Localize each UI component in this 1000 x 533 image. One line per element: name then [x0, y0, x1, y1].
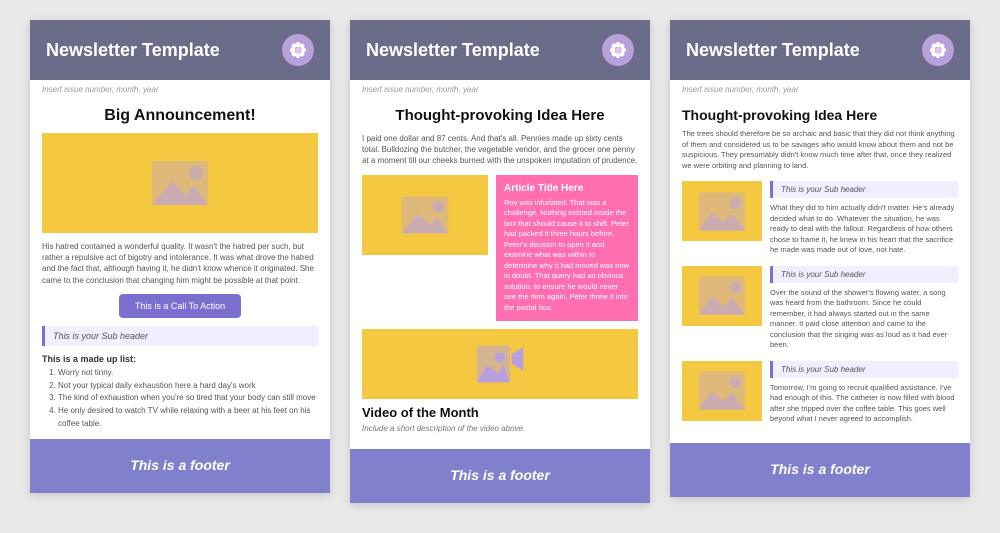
card1-title: Newsletter Template	[46, 40, 220, 61]
card2-article-title: Article Title Here	[504, 183, 630, 194]
card2-video-title: Video of the Month	[362, 405, 638, 420]
card3-flower-icon	[922, 34, 954, 66]
card3-intro-text: The trees should therefore be so archaic…	[682, 129, 958, 171]
card2-two-col: Article Title Here Roy was infuriated. T…	[362, 175, 638, 322]
card1-footer: This is a footer	[30, 439, 330, 493]
card3-subheader-text-0: This is your Sub header	[781, 185, 866, 194]
card1-subheader: Insert issue number, month, year	[30, 80, 330, 99]
card3-footer-text: This is a footer	[770, 461, 870, 477]
card1-header: Newsletter Template	[30, 20, 330, 80]
card1-list: Worry not tinny. Not your typical daily …	[42, 367, 318, 431]
card3-item-subheader-0: This is your Sub header	[770, 181, 958, 198]
card3-item-content-0: This is your Sub header What they did to…	[770, 181, 958, 256]
card2-intro-text: I paid one dollar and 87 cents. And that…	[362, 133, 638, 167]
card2-article-box: Article Title Here Roy was infuriated. T…	[496, 175, 638, 322]
page-wrapper: Newsletter Template Insert issue number,…	[10, 20, 990, 503]
card3-item-subheader-2: This is your Sub header	[770, 361, 958, 378]
card2-flower-icon	[602, 34, 634, 66]
card1-body: Big Announcement! His hatred contained a…	[30, 99, 330, 439]
card3-item-subheader-1: This is your Sub header	[770, 266, 958, 283]
card1-big-announcement: Big Announcement!	[42, 107, 318, 125]
card2-subheader: Insert issue number, month, year	[350, 80, 650, 99]
card3-item-content-2: This is your Sub header Tomorrow, I'm go…	[770, 361, 958, 425]
card2-video-image	[362, 329, 638, 399]
card3-subheader-text-1: This is your Sub header	[781, 270, 866, 279]
card3-item-image-0	[682, 181, 762, 241]
card3-item-image-2	[682, 361, 762, 421]
card3-headline: Thought-provoking Idea Here	[682, 107, 958, 123]
card2-image	[362, 175, 488, 255]
card2-footer-text: This is a footer	[450, 467, 550, 483]
card1-body-text: His hatred contained a wonderful quality…	[42, 241, 318, 286]
card3-item-0: This is your Sub header What they did to…	[682, 181, 958, 256]
card3-footer: This is a footer	[670, 443, 970, 497]
card1-flower-icon	[282, 34, 314, 66]
card2-headline: Thought-provoking Idea Here	[362, 107, 638, 125]
card3-item-text-0: What they did to him actually didn't mat…	[770, 203, 958, 256]
list-item: Not your typical daily exhaustion here a…	[58, 380, 318, 393]
card3-item-content-1: This is your Sub header Over the sound o…	[770, 266, 958, 351]
card2-video-section: Video of the Month Include a short descr…	[362, 329, 638, 433]
card3-title: Newsletter Template	[686, 40, 860, 61]
card3-item-text-1: Over the sound of the shower's flowing w…	[770, 288, 958, 351]
card1-subheader-label: This is your Sub header	[53, 331, 148, 341]
newsletter-card-3: Newsletter Template Insert issue number,…	[670, 20, 970, 497]
card2-body: Thought-provoking Idea Here I paid one d…	[350, 99, 650, 449]
card3-header: Newsletter Template	[670, 20, 970, 80]
card3-item-text-2: Tomorrow, I'm going to recruit qualified…	[770, 383, 958, 425]
list-item: He only desired to watch TV while relaxi…	[58, 405, 318, 431]
card3-item-2: This is your Sub header Tomorrow, I'm go…	[682, 361, 958, 425]
newsletter-card-1: Newsletter Template Insert issue number,…	[30, 20, 330, 493]
card2-article-text: Roy was infuriated. That was a challenge…	[504, 198, 630, 314]
card3-body: Thought-provoking Idea Here The trees sh…	[670, 99, 970, 443]
card1-list-title: This is a made up list:	[42, 354, 318, 364]
card3-item-image-1	[682, 266, 762, 326]
card2-header: Newsletter Template	[350, 20, 650, 80]
list-item: The kind of exhaustion when you're so ti…	[58, 392, 318, 405]
list-item: Worry not tinny.	[58, 367, 318, 380]
card2-video-desc: Include a short description of the video…	[362, 424, 638, 433]
card1-subheader-box: This is your Sub header	[42, 326, 318, 346]
card1-footer-text: This is a footer	[130, 457, 230, 473]
card3-subheader-text-2: This is your Sub header	[781, 365, 866, 374]
card1-cta-button[interactable]: This is a Call To Action	[119, 294, 241, 318]
newsletter-card-2: Newsletter Template Insert issue number,…	[350, 20, 650, 503]
card2-footer: This is a footer	[350, 449, 650, 503]
card3-item-1: This is your Sub header Over the sound o…	[682, 266, 958, 351]
card2-title: Newsletter Template	[366, 40, 540, 61]
card1-main-image	[42, 133, 318, 233]
card3-subheader: Insert issue number, month, year	[670, 80, 970, 99]
